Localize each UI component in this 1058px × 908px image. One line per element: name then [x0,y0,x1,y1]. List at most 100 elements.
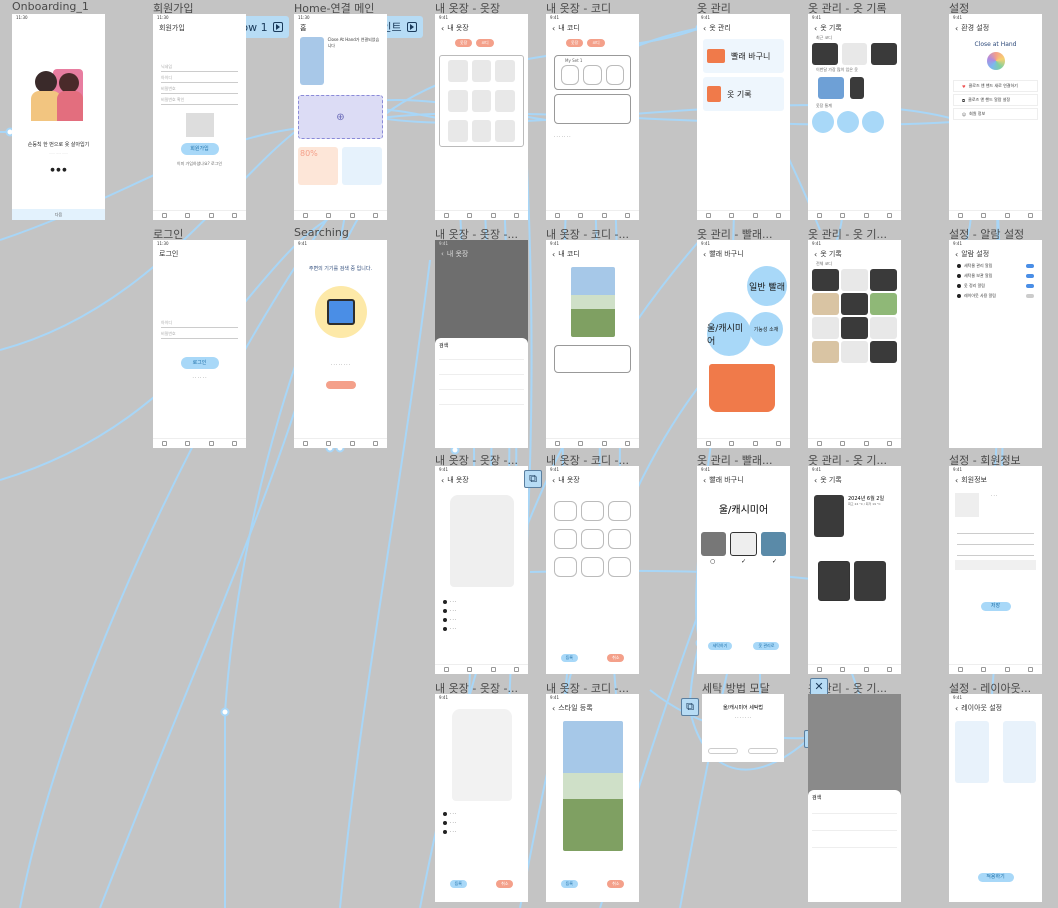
screen-closet-item[interactable]: 9:41 ‹ 내 옷장 · · · · · · · · · · · · [435,466,528,674]
back-icon[interactable]: ‹ [441,24,444,33]
user-icon[interactable] [886,667,892,672]
back-icon[interactable]: ‹ [955,476,958,485]
clothing-item[interactable] [448,60,468,82]
back-icon[interactable]: ‹ [703,476,706,485]
home-icon[interactable] [444,213,450,218]
back-icon[interactable]: ‹ [552,24,555,33]
slot[interactable] [554,501,577,521]
codi-photo[interactable] [870,341,897,363]
user-icon[interactable] [886,213,892,218]
hanger-icon[interactable] [601,213,607,218]
closet-icon[interactable] [981,667,987,672]
home-icon[interactable] [817,213,823,218]
codi-detail-card[interactable] [554,345,631,373]
codi-photo[interactable] [841,43,868,65]
sweater-photo[interactable] [701,532,726,556]
home-icon[interactable] [162,213,168,218]
clothes-log-card[interactable]: 옷 기록 [703,77,784,111]
user-icon[interactable] [886,441,892,446]
back-icon[interactable]: ‹ [955,704,958,713]
home-icon[interactable] [555,213,561,218]
screen-style-register[interactable]: 9:41 ‹ 스타일 등록 등록 취소 [546,694,639,902]
user-icon[interactable] [372,441,378,446]
screen-home[interactable]: 11:30 홈 Close At Hand가 연결되었습니다 ⊕ 80% [294,14,387,220]
user-icon[interactable] [1027,667,1033,672]
closet-icon[interactable] [467,213,473,218]
back-icon[interactable]: ‹ [814,24,817,33]
menu-alarm[interactable]: ◘ 클로즈 앤 핸드 알람 설정 [953,94,1038,106]
save-button[interactable]: 저장 [980,602,1011,611]
to-mgmt-button[interactable]: 옷 관리로 [753,642,780,650]
screen-clothes-mgmt[interactable]: 9:41 ‹ 옷 관리 빨래 바구니 옷 기록 [697,14,790,220]
closet-icon[interactable] [326,441,332,446]
alarm-toggle[interactable] [1026,264,1034,268]
codi-photo[interactable] [812,43,838,65]
signup-button[interactable]: 회원가입 [180,143,219,155]
copy-icon[interactable]: ⧉ [524,470,542,488]
screen-closet-filter[interactable]: 9:41 ‹ 내 옷장 검색 [435,240,528,448]
filter-sheet[interactable]: 검색 [435,338,528,448]
codi-photo[interactable] [841,317,868,339]
clothing-item[interactable] [471,90,492,112]
tab-closet[interactable]: 옷장 [455,39,473,47]
menu-member[interactable]: ☺ 회원 정보 [953,108,1038,120]
screen-searching[interactable]: 9:41 주변의 기기를 검색 중 입니다. · · · · · · · · [294,240,387,448]
user-icon[interactable] [624,441,630,446]
codi-photo[interactable] [812,317,839,339]
alarm-row[interactable]: 세탁물 보관 알림 [949,271,1042,281]
back-icon[interactable]: ‹ [441,250,444,258]
screen-layout-settings[interactable]: 9:41 ‹ 레이아웃 설정 적용하기 [949,694,1042,902]
codi-photo[interactable] [870,293,897,315]
alarm-row[interactable]: 레이아웃 사용 알림 [949,291,1042,301]
home-icon[interactable] [303,213,309,218]
hanger-icon[interactable] [208,213,214,218]
back-icon[interactable]: ‹ [552,476,555,485]
closet-icon[interactable] [467,667,473,672]
profile-field[interactable] [957,548,1034,556]
frame-title-searching[interactable]: Searching [294,226,349,239]
sweater-photo[interactable] [761,532,786,556]
functional-bubble[interactable]: 기능성 소재 [749,312,783,346]
home-icon[interactable] [706,213,712,218]
closet-icon[interactable] [185,441,191,446]
screen-wool-laundry[interactable]: 9:41 ‹ 빨래 바구니 울/캐시미어 ○ ✓ ✓ 세탁하기 옷 관리로 [697,466,790,674]
hanger-icon[interactable] [752,213,758,218]
clothing-item[interactable] [448,120,468,142]
menu-reconnect[interactable]: ♥ 클로즈 앤 핸드 새로 연결하기 [953,80,1038,92]
closet-icon[interactable] [578,441,584,446]
screen-clothes-log[interactable]: 9:41 ‹ 옷 기록 최근 코디 이번달 가장 많이 입은 옷 옷장 통계 [808,14,901,220]
clothing-item[interactable] [495,60,515,82]
closet-icon[interactable] [981,213,987,218]
avatar[interactable] [955,493,979,517]
codi-photo[interactable] [871,43,897,65]
home-icon[interactable] [555,441,561,446]
codi-photo[interactable] [870,317,897,339]
cancel-button[interactable]: 취소 [607,654,625,662]
slot[interactable] [608,501,631,521]
cancel-button[interactable] [325,381,356,389]
home-icon[interactable] [958,213,964,218]
codi-photo[interactable] [812,293,839,315]
user-icon[interactable] [513,667,519,672]
password-field[interactable]: 비밀번호 [161,331,238,339]
alarm-toggle[interactable] [1026,274,1034,278]
home-icon[interactable] [444,667,450,672]
login-button[interactable]: 로그인 [180,357,219,369]
back-icon[interactable]: ‹ [955,250,958,259]
frame-title-onboarding[interactable]: Onboarding_1 [12,0,89,13]
back-icon[interactable]: ‹ [814,250,817,259]
screen-login[interactable]: 11:30 로그인 아이디 비밀번호 로그인 · · · · · · [153,240,246,448]
screen-codi-select[interactable]: 9:41 ‹ 내 옷장 등록 취소 [546,466,639,674]
back-icon[interactable]: ‹ [552,704,555,713]
screen-onboarding[interactable]: 11:30 손등칙 한 번으로 옷 살아입기 ······ ······ ···… [12,14,105,220]
clothing-item[interactable] [495,90,515,112]
codi-photo[interactable] [841,341,868,363]
codi-photo[interactable] [841,293,868,315]
worn-top[interactable] [818,561,850,601]
screen-signup[interactable]: 11:30 회원가입 닉네임 아이디 비밀번호 비밀번호 확인 회원가입 이미 … [153,14,246,220]
screen-codi-detail[interactable]: 9:41 ‹ 내 코디 [546,240,639,448]
user-icon[interactable] [513,213,519,218]
clothing-item[interactable] [495,120,515,142]
screen-codi[interactable]: 9:41 ‹ 내 코디 옷장 코디 My Set 1 · · · · · · · [546,14,639,220]
register-button[interactable]: 등록 [560,654,578,662]
